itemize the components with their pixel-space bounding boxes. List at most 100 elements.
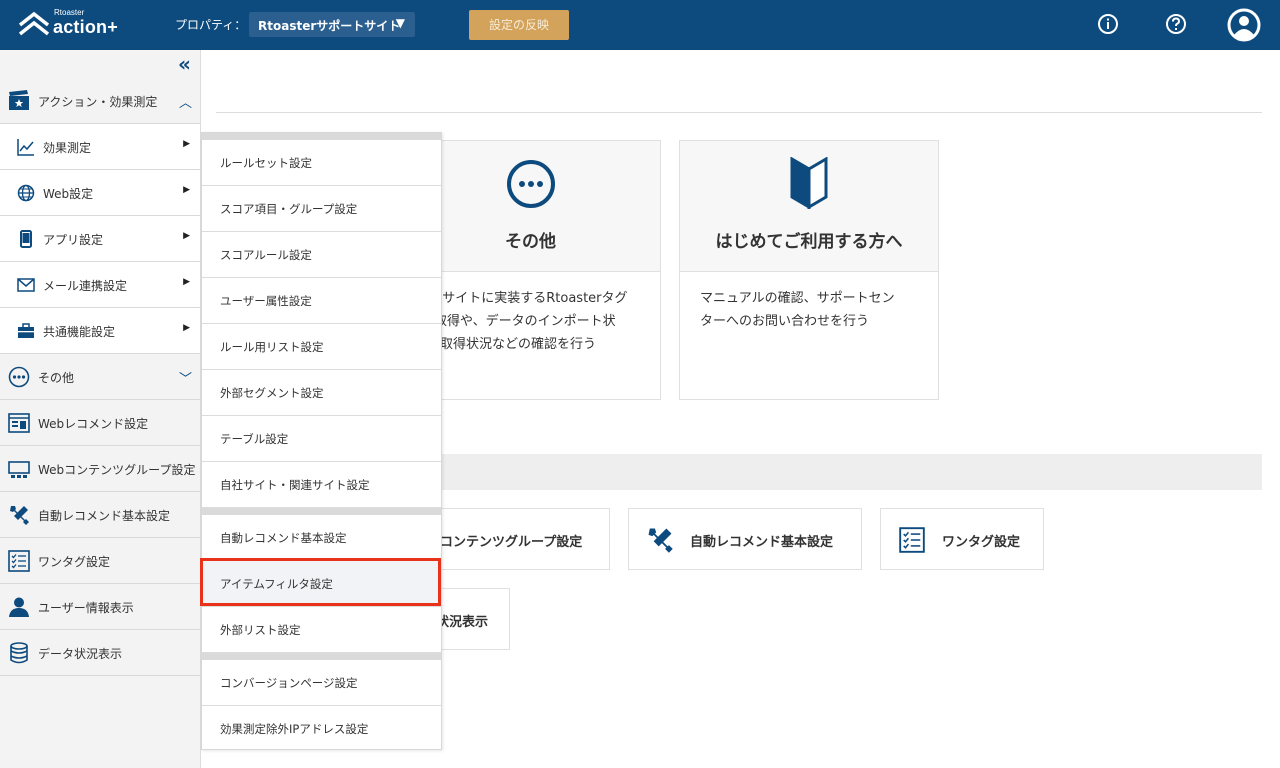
beginner-mark-icon — [790, 157, 828, 209]
sidebar-item-common[interactable]: 共通機能設定 ▶ — [0, 308, 200, 354]
brand-main: action+ — [53, 17, 118, 37]
quick-label: 自動レコメンド基本設定 — [690, 535, 834, 550]
sidebar-item-one-tag[interactable]: ワンタグ設定 — [0, 538, 200, 584]
quick-data-status-button[interactable]: 状況表示 — [436, 588, 510, 650]
info-icon[interactable] — [1096, 12, 1120, 36]
sidebar-item-label: ユーザー情報表示 — [38, 601, 134, 615]
sidebar-item-label: その他 — [38, 371, 75, 385]
menu-item-user-attribute[interactable]: ユーザー属性設定 — [202, 278, 441, 324]
menu-item-label: ルールセット設定 — [220, 156, 312, 170]
quick-content-group-button[interactable]: コンテンツグループ設定 — [440, 508, 610, 570]
menu-separator — [202, 133, 441, 140]
web-recommend-icon — [8, 413, 30, 433]
sidebar-item-web[interactable]: Web設定 ▶ — [0, 170, 200, 216]
sidebar-item-label: Webコンテンツグループ設定 — [38, 463, 196, 477]
menu-separator — [202, 508, 441, 515]
sidebar-item-data-status[interactable]: データ状況表示 — [0, 630, 200, 676]
card-desc-line: 取得や、データのインポート状 — [434, 314, 616, 329]
menu-item-label: スコア項目・グループ設定 — [220, 202, 358, 216]
mail-icon — [17, 278, 35, 292]
quick-label: ワンタグ設定 — [942, 535, 1021, 550]
sidebar-item-label: 効果測定 — [43, 141, 92, 155]
sidebar-item-label: Web設定 — [43, 187, 94, 201]
menu-item-rule-list[interactable]: ルール用リスト設定 — [202, 324, 441, 370]
card-other[interactable]: その他 bサイトに実装するRtoasterタグ 取得や、データのインポート状 取… — [434, 140, 661, 400]
wrench-icon — [648, 528, 673, 553]
menu-item-auto-recommend[interactable]: 自動レコメンド基本設定 — [202, 515, 441, 561]
quick-one-tag-button[interactable]: ワンタグ設定 — [880, 508, 1044, 570]
menu-item-ruleset[interactable]: ルールセット設定 — [202, 140, 441, 186]
logo-chevron-icon — [18, 11, 50, 36]
settings-flyout-menu: ルールセット設定 スコア項目・グループ設定 スコアルール設定 ユーザー属性設定 … — [201, 132, 442, 750]
sidebar-item-measurement[interactable]: 効果測定 ▶ — [0, 124, 200, 170]
briefcase-icon — [18, 323, 34, 338]
menu-item-table[interactable]: テーブル設定 — [202, 416, 441, 462]
sidebar-item-label: 共通機能設定 — [43, 325, 116, 339]
database-icon — [10, 642, 28, 664]
quick-label: 状況表示 — [436, 615, 489, 630]
menu-item-excluded-ip[interactable]: 効果測定除外IPアドレス設定 — [202, 706, 441, 752]
checklist-icon — [899, 527, 925, 553]
menu-item-label: 自動レコメンド基本設定 — [220, 531, 347, 545]
sidebar-item-label: アクション・効果測定 — [38, 95, 158, 109]
menu-item-conversion-page[interactable]: コンバージョンページ設定 — [202, 660, 441, 706]
sidebar-item-mail[interactable]: メール連携設定 ▶ — [0, 262, 200, 308]
sidebar-item-user-info[interactable]: ユーザー情報表示 — [0, 584, 200, 630]
sidebar-item-label: ワンタグ設定 — [38, 555, 111, 569]
menu-item-own-site[interactable]: 自社サイト・関連サイト設定 — [202, 462, 441, 508]
card-getting-started[interactable]: はじめてご利用する方へ マニュアルの確認、サポートセン ターへのお問い合わせを行… — [679, 140, 939, 400]
apply-settings-button[interactable]: 設定の反映 — [469, 10, 569, 40]
card-description: マニュアルの確認、サポートセン ターへのお問い合わせを行う — [700, 287, 895, 333]
sidebar-item-label: 自動レコメンド基本設定 — [38, 509, 171, 523]
sidebar-item-label: アプリ設定 — [43, 233, 104, 247]
more-circle-icon — [8, 366, 30, 388]
menu-item-label: 外部セグメント設定 — [220, 386, 324, 400]
section-band — [440, 454, 1262, 490]
chevron-down-icon: ﹀ — [178, 372, 192, 387]
caret-right-icon: ▶ — [183, 139, 190, 149]
sidebar-item-web-content-group[interactable]: Webコンテンツグループ設定 — [0, 446, 200, 492]
line-chart-icon — [17, 139, 34, 156]
checklist-icon — [8, 550, 30, 572]
help-icon[interactable] — [1164, 12, 1188, 36]
property-label: プロパティ： — [175, 18, 247, 32]
sidebar-item-app[interactable]: アプリ設定 ▶ — [0, 216, 200, 262]
caret-right-icon: ▶ — [183, 323, 190, 333]
user-avatar-icon[interactable] — [1227, 8, 1261, 42]
menu-item-score-rule[interactable]: スコアルール設定 — [202, 232, 441, 278]
collapse-sidebar-icon[interactable]: « — [178, 52, 191, 76]
menu-item-label: テーブル設定 — [220, 432, 289, 446]
sidebar-item-label: メール連携設定 — [43, 279, 128, 293]
wrench-icon — [10, 506, 29, 525]
property-select[interactable]: Rtoasterサポートサイト ▼ — [249, 12, 415, 37]
card-desc-line: ターへのお問い合わせを行う — [700, 314, 870, 329]
card-desc-line: 取得状況などの確認を行う — [440, 337, 597, 352]
menu-item-label: ルール用リスト設定 — [220, 340, 324, 354]
card-desc-line: マニュアルの確認、サポートセン — [700, 291, 895, 306]
caret-down-icon: ▼ — [395, 16, 405, 30]
sidebar-item-other[interactable]: その他 ﹀ — [0, 354, 200, 400]
content-group-icon — [8, 461, 30, 478]
menu-item-label: アイテムフィルタ設定 — [220, 577, 333, 591]
sidebar-item-auto-recommend[interactable]: 自動レコメンド基本設定 — [0, 492, 200, 538]
quick-auto-recommend-button[interactable]: 自動レコメンド基本設定 — [628, 508, 862, 570]
menu-item-item-filter[interactable]: アイテムフィルタ設定 — [202, 561, 441, 607]
smartphone-icon — [20, 230, 32, 248]
user-icon — [9, 597, 29, 617]
menu-item-label: スコアルール設定 — [220, 248, 312, 262]
section-divider — [216, 112, 1262, 113]
menu-item-label: ユーザー属性設定 — [220, 294, 312, 308]
sidebar-item-action[interactable]: アクション・効果測定 ︿ — [0, 78, 200, 124]
property-value: Rtoasterサポートサイト — [258, 19, 401, 33]
caret-right-icon: ▶ — [183, 185, 190, 195]
card-description: bサイトに実装するRtoasterタグ 取得や、データのインポート状 取得状況な… — [434, 287, 628, 356]
menu-item-external-segment[interactable]: 外部セグメント設定 — [202, 370, 441, 416]
card-desc-line: bサイトに実装するRtoasterタグ — [434, 291, 628, 306]
menu-item-label: 効果測定除外IPアドレス設定 — [220, 722, 369, 736]
menu-item-external-list[interactable]: 外部リスト設定 — [202, 607, 441, 653]
sidebar-item-web-recommend[interactable]: Webレコメンド設定 — [0, 400, 200, 446]
app-logo[interactable]: Rtoaster action+ — [18, 8, 128, 42]
more-circle-icon — [507, 160, 555, 208]
menu-item-score-group[interactable]: スコア項目・グループ設定 — [202, 186, 441, 232]
quick-label: コンテンツグループ設定 — [440, 535, 583, 550]
